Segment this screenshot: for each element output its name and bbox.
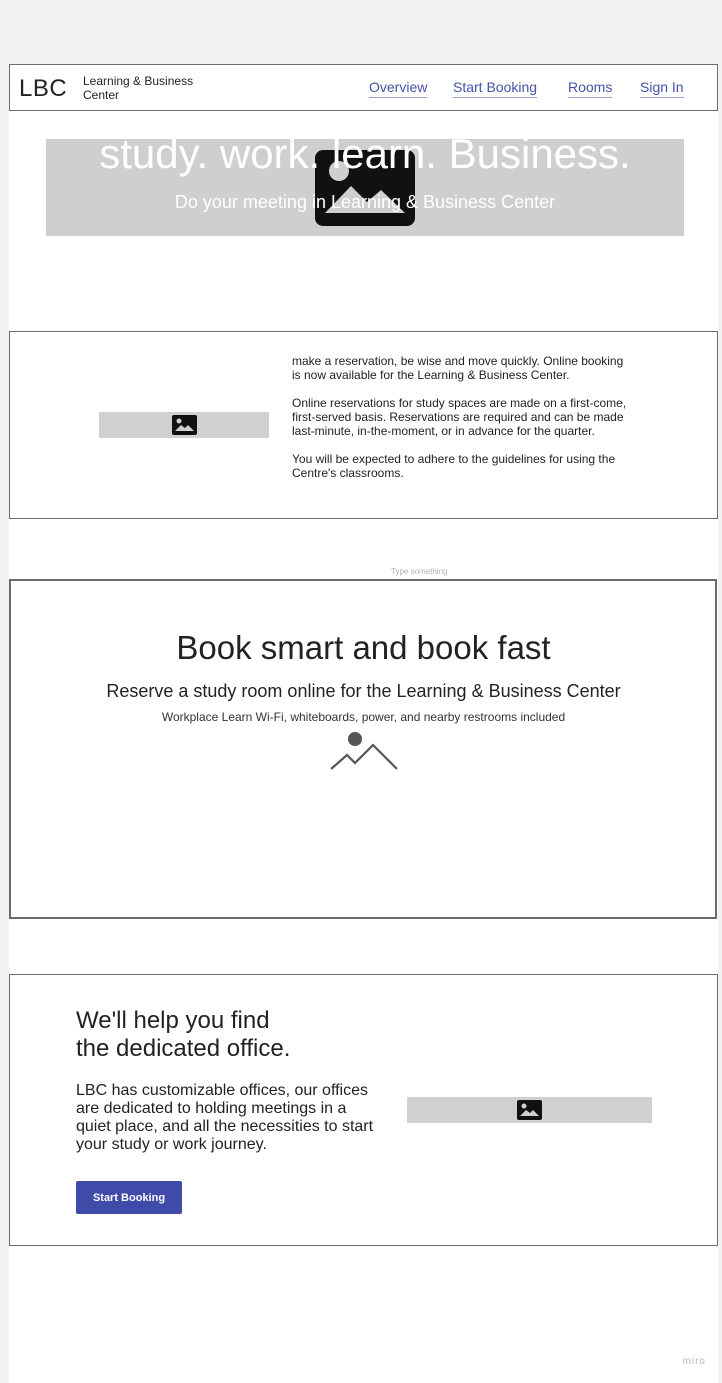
mountain-image-icon bbox=[330, 732, 398, 770]
hero-title: study. work. learn. Business. bbox=[99, 130, 631, 177]
booking-section: Book smart and book fast Reserve a study… bbox=[9, 579, 717, 919]
start-booking-button[interactable]: Start Booking bbox=[76, 1181, 182, 1214]
booking-subtitle: Reserve a study room online for the Lear… bbox=[106, 681, 621, 701]
nav-sign-in[interactable]: Sign In bbox=[640, 79, 684, 98]
office-title-line: the dedicated office. bbox=[76, 1035, 291, 1062]
info-paragraph: You will be expected to adhere to the gu… bbox=[292, 452, 616, 480]
office-title: We'll help you find the dedicated office… bbox=[76, 1007, 376, 1063]
booking-details: Workplace Learn Wi-Fi, whiteboards, powe… bbox=[161, 710, 566, 724]
office-title-line: We'll help you find bbox=[76, 1007, 270, 1034]
type-something-placeholder[interactable]: Type something bbox=[391, 567, 447, 576]
image-icon bbox=[517, 1100, 542, 1120]
image-placeholder bbox=[99, 412, 269, 438]
nav-rooms[interactable]: Rooms bbox=[568, 79, 613, 98]
logo[interactable]: LBC bbox=[19, 75, 67, 103]
nav-overview[interactable]: Overview bbox=[369, 79, 428, 98]
site-header: LBC Learning & Business Center Overview … bbox=[9, 64, 718, 111]
nav-start-booking[interactable]: Start Booking bbox=[453, 79, 538, 98]
logo-subtitle: Learning & Business Center bbox=[83, 74, 194, 102]
reservation-info-text: make a reservation, be wise and move qui… bbox=[292, 354, 632, 494]
info-paragraph: make a reservation, be wise and move qui… bbox=[292, 354, 624, 382]
image-placeholder bbox=[407, 1097, 652, 1123]
image-icon bbox=[172, 415, 197, 435]
reservation-info-section: make a reservation, be wise and move qui… bbox=[9, 331, 718, 519]
office-description: LBC has customizable offices, our office… bbox=[76, 1082, 374, 1153]
hero-banner: study. work. learn. Business. Do your me… bbox=[46, 130, 684, 236]
info-paragraph: Online reservations for study spaces are… bbox=[292, 396, 627, 438]
hero-subtitle: Do your meeting in Learning & Business C… bbox=[174, 192, 556, 212]
miro-watermark: miro bbox=[682, 1356, 706, 1367]
dedicated-office-section: We'll help you find the dedicated office… bbox=[9, 974, 718, 1246]
booking-title: Book smart and book fast bbox=[176, 629, 551, 666]
